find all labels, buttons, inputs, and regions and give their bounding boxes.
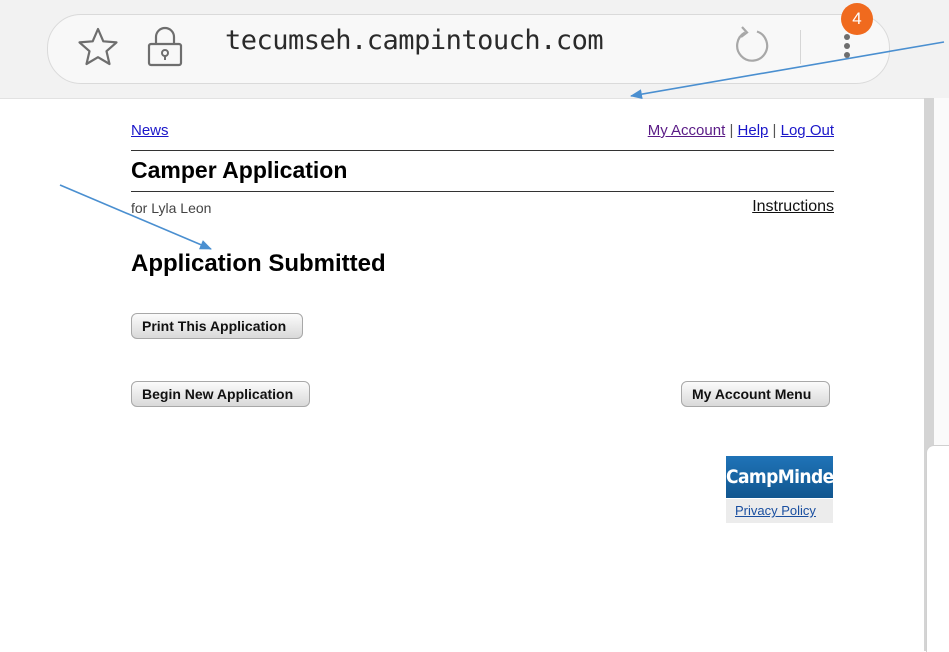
- annotation-arrow-status: [59, 184, 212, 250]
- bookmark-star-icon[interactable]: [77, 26, 119, 66]
- toolbar-divider: [800, 30, 801, 64]
- my-account-link[interactable]: My Account: [648, 122, 726, 139]
- camper-name: for Lyla Leon: [131, 200, 212, 216]
- my-account-menu-button[interactable]: My Account Menu: [681, 381, 830, 407]
- url-text[interactable]: tecumseh.campintouch.com: [225, 25, 604, 56]
- privacy-policy-link[interactable]: Privacy Policy: [735, 503, 816, 518]
- help-link[interactable]: Help: [738, 122, 769, 139]
- instructions-link[interactable]: Instructions: [752, 198, 834, 216]
- account-links: My Account | Help | Log Out: [648, 122, 834, 139]
- news-link[interactable]: News: [131, 122, 169, 139]
- nav-separator: |: [729, 122, 734, 139]
- notification-badge: 4: [841, 3, 873, 35]
- lock-icon[interactable]: [145, 25, 185, 67]
- reload-icon[interactable]: [733, 26, 771, 64]
- begin-new-application-button[interactable]: Begin New Application: [131, 381, 310, 407]
- print-application-button[interactable]: Print This Application: [131, 313, 303, 339]
- top-nav: News My Account | Help | Log Out: [131, 122, 834, 139]
- log-out-link[interactable]: Log Out: [781, 122, 834, 139]
- page-title: Camper Application: [131, 157, 348, 183]
- status-heading: Application Submitted: [131, 250, 386, 277]
- nav-separator: |: [772, 122, 777, 139]
- scrollbar-thumb[interactable]: [926, 445, 949, 652]
- campminder-logo[interactable]: CampMinder: [726, 456, 842, 498]
- title-bottom-rule: [131, 191, 834, 192]
- title-top-rule: [131, 150, 834, 151]
- overflow-menu-icon[interactable]: [840, 34, 854, 64]
